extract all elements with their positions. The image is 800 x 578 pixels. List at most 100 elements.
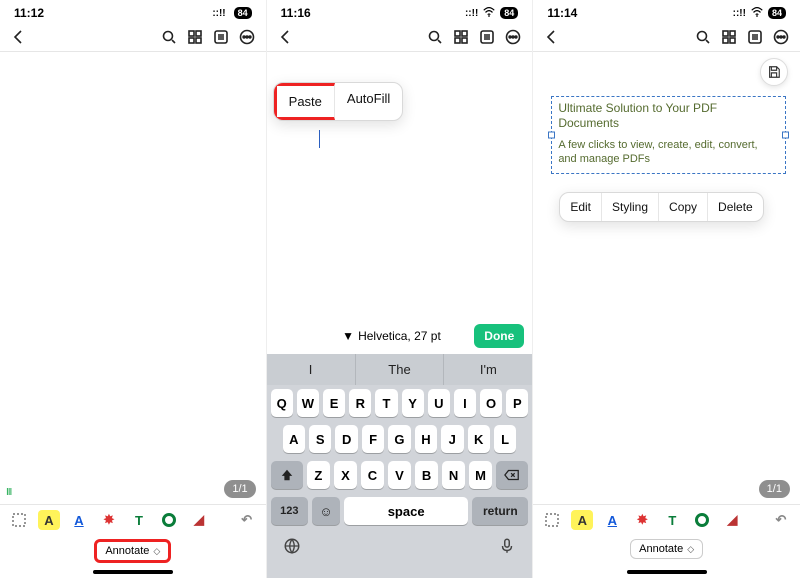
signal-icon: ::!! <box>733 8 746 19</box>
battery-badge: 84 <box>234 7 252 19</box>
back-button[interactable] <box>543 28 561 46</box>
back-button[interactable] <box>10 28 28 46</box>
document-area[interactable]: Paste AutoFill <box>267 52 533 318</box>
list-icon[interactable] <box>746 28 764 46</box>
home-indicator <box>93 570 173 574</box>
key-a[interactable]: A <box>283 425 305 453</box>
emoji-key[interactable]: ☺ <box>312 497 340 525</box>
grid-icon[interactable] <box>720 28 738 46</box>
search-icon[interactable] <box>160 28 178 46</box>
document-area[interactable]: Ultimate Solution to Your PDF Documents … <box>533 52 800 504</box>
bottom-bar: A A ✸ T ◢ ↶ Annotate ◇ <box>0 504 266 578</box>
shift-key[interactable] <box>271 461 303 489</box>
strike-tool[interactable]: ✸ <box>631 510 653 530</box>
text-tool[interactable]: T <box>661 510 683 530</box>
font-selector[interactable]: ▼Helvetica, 27 pt <box>342 329 441 343</box>
document-area[interactable]: 1/1 III <box>0 52 266 504</box>
undo-button[interactable]: ↶ <box>236 510 258 530</box>
key-row-3: Z X C V B N M <box>267 457 533 493</box>
autofill-menu-item[interactable]: AutoFill <box>335 83 402 120</box>
back-button[interactable] <box>277 28 295 46</box>
list-icon[interactable] <box>478 28 496 46</box>
edit-menu-item[interactable]: Edit <box>560 193 602 221</box>
clock: 11:16 <box>281 6 311 20</box>
suggestion-bar: I The I'm <box>267 354 533 385</box>
suggestion[interactable]: I <box>267 354 356 385</box>
key-s[interactable]: S <box>309 425 331 453</box>
wifi-icon <box>750 5 764 22</box>
backspace-key[interactable] <box>496 461 528 489</box>
search-icon[interactable] <box>426 28 444 46</box>
font-bar: ▼Helvetica, 27 pt Done <box>267 318 533 354</box>
signal-icon: ::!! <box>465 8 478 19</box>
key-f[interactable]: F <box>362 425 384 453</box>
key-r[interactable]: R <box>349 389 371 417</box>
underline-tool[interactable]: A <box>601 510 623 530</box>
globe-icon[interactable] <box>281 535 303 557</box>
status-bar: 11:12 ::!! 84 <box>0 0 266 22</box>
grid-icon[interactable] <box>452 28 470 46</box>
key-d[interactable]: D <box>335 425 357 453</box>
nav-bar <box>267 22 533 52</box>
key-q[interactable]: Q <box>271 389 293 417</box>
key-v[interactable]: V <box>388 461 411 489</box>
save-button[interactable] <box>760 58 788 86</box>
selection-handle-right[interactable] <box>782 131 789 138</box>
key-i[interactable]: I <box>454 389 476 417</box>
suggestion[interactable]: I'm <box>444 354 532 385</box>
space-key[interactable]: space <box>344 497 468 525</box>
done-button[interactable]: Done <box>474 324 524 348</box>
key-y[interactable]: Y <box>402 389 424 417</box>
key-b[interactable]: B <box>415 461 438 489</box>
key-g[interactable]: G <box>388 425 410 453</box>
key-z[interactable]: Z <box>307 461 330 489</box>
circle-tool[interactable] <box>691 510 713 530</box>
grid-icon[interactable] <box>186 28 204 46</box>
key-h[interactable]: H <box>415 425 437 453</box>
undo-button[interactable]: ↶ <box>770 510 792 530</box>
crop-tool[interactable] <box>541 510 563 530</box>
key-k[interactable]: K <box>468 425 490 453</box>
highlight-tool[interactable]: A <box>38 510 60 530</box>
key-e[interactable]: E <box>323 389 345 417</box>
list-icon[interactable] <box>212 28 230 46</box>
circle-tool[interactable] <box>158 510 180 530</box>
key-u[interactable]: U <box>428 389 450 417</box>
key-w[interactable]: W <box>297 389 319 417</box>
underline-tool[interactable]: A <box>68 510 90 530</box>
styling-menu-item[interactable]: Styling <box>602 193 659 221</box>
suggestion[interactable]: The <box>356 354 445 385</box>
key-m[interactable]: M <box>469 461 492 489</box>
pen-tool[interactable]: ◢ <box>188 510 210 530</box>
paste-menu-item[interactable]: Paste <box>274 83 335 120</box>
key-c[interactable]: C <box>361 461 384 489</box>
context-menu: Paste AutoFill <box>273 82 404 121</box>
more-icon[interactable] <box>238 28 256 46</box>
selection-handle-left[interactable] <box>548 131 555 138</box>
text-tool[interactable]: T <box>128 510 150 530</box>
text-block-selected[interactable]: Ultimate Solution to Your PDF Documents … <box>551 96 786 174</box>
mic-icon[interactable] <box>496 535 518 557</box>
crop-tool[interactable] <box>8 510 30 530</box>
status-bar: 11:16 ::!! 84 <box>267 0 533 22</box>
strike-tool[interactable]: ✸ <box>98 510 120 530</box>
annotate-dropdown[interactable]: Annotate ◇ <box>630 539 703 559</box>
delete-menu-item[interactable]: Delete <box>708 193 763 221</box>
highlight-tool[interactable]: A <box>571 510 593 530</box>
key-l[interactable]: L <box>494 425 516 453</box>
status-bar: 11:14 ::!! 84 <box>533 0 800 22</box>
key-o[interactable]: O <box>480 389 502 417</box>
more-icon[interactable] <box>504 28 522 46</box>
numbers-key[interactable]: 123 <box>271 497 308 525</box>
more-icon[interactable] <box>772 28 790 46</box>
key-p[interactable]: P <box>506 389 528 417</box>
return-key[interactable]: return <box>472 497 528 525</box>
annotate-dropdown[interactable]: Annotate ◇ <box>94 539 171 563</box>
key-j[interactable]: J <box>441 425 463 453</box>
search-icon[interactable] <box>694 28 712 46</box>
key-t[interactable]: T <box>375 389 397 417</box>
pen-tool[interactable]: ◢ <box>721 510 743 530</box>
copy-menu-item[interactable]: Copy <box>659 193 708 221</box>
key-x[interactable]: X <box>334 461 357 489</box>
key-n[interactable]: N <box>442 461 465 489</box>
